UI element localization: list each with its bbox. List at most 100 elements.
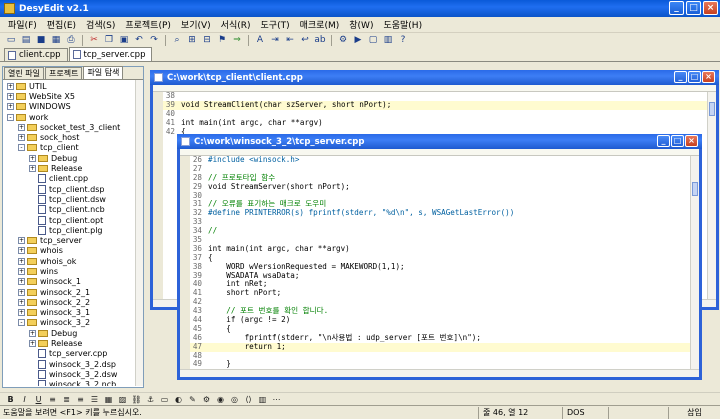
save-icon[interactable]: ■ [34, 34, 48, 46]
expand-toggle-icon[interactable]: + [18, 267, 25, 275]
goto-icon[interactable]: ⇒ [230, 34, 244, 46]
file-tab[interactable]: client.cpp [4, 48, 68, 61]
form-icon[interactable]: ▭ [158, 394, 171, 405]
tree-item[interactable]: tcp_client.dsw [3, 194, 143, 204]
tree-item[interactable]: + WINDOWS [3, 102, 143, 112]
frame-icon[interactable]: ▥ [256, 394, 269, 405]
tree-scrollbar[interactable] [135, 80, 143, 386]
save-all-icon[interactable]: ▦ [49, 34, 63, 46]
tree-item[interactable]: + whois [3, 246, 143, 256]
italic-icon[interactable]: I [18, 394, 31, 405]
editor-minimize-button[interactable]: _ [657, 135, 670, 147]
compile-icon[interactable]: ⚙ [336, 34, 350, 46]
list-icon[interactable]: ☰ [88, 394, 101, 405]
bookmark-icon[interactable]: ⚑ [215, 34, 229, 46]
editor-maximize-button[interactable]: □ [688, 71, 701, 83]
expand-toggle-icon[interactable]: - [18, 144, 25, 152]
editor-close-button[interactable]: × [685, 135, 698, 147]
menu-item[interactable]: 보기(V) [176, 18, 216, 31]
expand-toggle-icon[interactable]: + [29, 165, 36, 173]
wrap-icon[interactable]: ↩ [298, 34, 312, 46]
new-file-icon[interactable]: ▭ [4, 34, 18, 46]
expand-toggle-icon[interactable]: - [18, 319, 25, 327]
close-button[interactable]: × [703, 1, 718, 15]
tree-item[interactable]: winsock_3_2.dsw [3, 369, 143, 379]
align-left-icon[interactable]: ≡ [46, 394, 59, 405]
tree-item[interactable]: + wins [3, 266, 143, 276]
tag-icon[interactable]: ⟨⟩ [242, 394, 255, 405]
editor-title-bar[interactable]: C:\work\winsock_3_2\tcp_server.cpp _ □ × [177, 134, 702, 149]
tree-item[interactable]: - work [3, 112, 143, 122]
title-bar[interactable]: DesyEdit v2.1 _ □ × [0, 0, 720, 17]
tree-item[interactable]: + tcp_server [3, 235, 143, 245]
copy-icon[interactable]: ❐ [102, 34, 116, 46]
tree-item[interactable]: + UTIL [3, 81, 143, 91]
tree-item[interactable]: + winsock_3_1 [3, 308, 143, 318]
tree-item[interactable]: + WebSite X5 [3, 91, 143, 101]
expand-toggle-icon[interactable]: + [29, 329, 36, 337]
paste-icon[interactable]: ▣ [117, 34, 131, 46]
more-icon[interactable]: ⋯ [270, 394, 283, 405]
tree-item[interactable]: tcp_client.dsp [3, 184, 143, 194]
menu-item[interactable]: 도구(T) [256, 18, 295, 31]
menu-item[interactable]: 서식(R) [216, 18, 256, 31]
align-center-icon[interactable]: ≣ [60, 394, 73, 405]
panel-tab[interactable]: 프로젝트 [44, 67, 83, 79]
align-right-icon[interactable]: ≡ [74, 394, 87, 405]
expand-toggle-icon[interactable]: + [29, 154, 36, 162]
tree-item[interactable]: + Debug [3, 328, 143, 338]
expand-toggle-icon[interactable]: + [18, 237, 25, 245]
tree-item[interactable]: tcp_server.cpp [3, 349, 143, 359]
image-icon[interactable]: ▨ [116, 394, 129, 405]
expand-toggle-icon[interactable]: + [18, 257, 25, 265]
replace-icon[interactable]: ⊟ [200, 34, 214, 46]
undo-icon[interactable]: ↶ [132, 34, 146, 46]
find-icon[interactable]: ⌕ [170, 34, 184, 46]
expand-toggle-icon[interactable]: + [18, 298, 25, 306]
menu-item[interactable]: 검색(S) [81, 18, 120, 31]
tree-item[interactable]: winsock_3_2.dsp [3, 359, 143, 369]
minimize-button[interactable]: _ [669, 1, 684, 15]
tree-item[interactable]: + Release [3, 163, 143, 173]
menu-item[interactable]: 도움말(H) [378, 18, 427, 31]
bold-icon[interactable]: B [4, 394, 17, 405]
menu-item[interactable]: 창(W) [344, 18, 378, 31]
scroll-thumb[interactable] [692, 182, 698, 196]
outdent-icon[interactable]: ⇤ [283, 34, 297, 46]
expand-toggle-icon[interactable]: + [18, 134, 25, 142]
tree-item[interactable]: + winsock_1 [3, 277, 143, 287]
open-folder-icon[interactable]: ▤ [19, 34, 33, 46]
expand-toggle-icon[interactable]: + [7, 92, 14, 100]
tree-item[interactable]: tcp_client.opt [3, 215, 143, 225]
window-icon[interactable]: ▢ [366, 34, 380, 46]
editor-vertical-scrollbar[interactable] [707, 92, 716, 299]
expand-toggle-icon[interactable]: + [7, 82, 14, 90]
tree-item[interactable]: + winsock_2_2 [3, 297, 143, 307]
table-icon[interactable]: ▦ [102, 394, 115, 405]
editor-vertical-scrollbar[interactable] [690, 156, 699, 369]
comment-icon[interactable]: ✎ [186, 394, 199, 405]
panel-tab[interactable]: 파일 탐색 [83, 66, 124, 79]
menu-item[interactable]: 프로젝트(P) [120, 18, 176, 31]
editor-minimize-button[interactable]: _ [674, 71, 687, 83]
menu-item[interactable]: 파일(F) [3, 18, 42, 31]
cut-icon[interactable]: ✂ [87, 34, 101, 46]
find-next-icon[interactable]: ⊞ [185, 34, 199, 46]
script-icon[interactable]: ⚙ [200, 394, 213, 405]
spell-icon[interactable]: ab [313, 34, 327, 46]
file-tab[interactable]: tcp_server.cpp [68, 47, 153, 61]
menu-item[interactable]: 편집(E) [42, 18, 81, 31]
tree-item[interactable]: tcp_client.ncb [3, 205, 143, 215]
expand-toggle-icon[interactable]: + [18, 278, 25, 286]
tree-item[interactable]: - tcp_client [3, 143, 143, 153]
tree-item[interactable]: tcp_client.plg [3, 225, 143, 235]
expand-toggle-icon[interactable]: + [18, 309, 25, 317]
print-icon[interactable]: ⎙ [64, 34, 78, 46]
scroll-thumb[interactable] [709, 102, 715, 116]
tree-item[interactable]: - winsock_3_2 [3, 318, 143, 328]
preview-icon[interactable]: ◉ [214, 394, 227, 405]
tile-icon[interactable]: ▥ [381, 34, 395, 46]
editor-horizontal-scrollbar[interactable] [180, 369, 699, 377]
tree-item[interactable]: + whois_ok [3, 256, 143, 266]
link-icon[interactable]: ⛓ [130, 394, 143, 405]
